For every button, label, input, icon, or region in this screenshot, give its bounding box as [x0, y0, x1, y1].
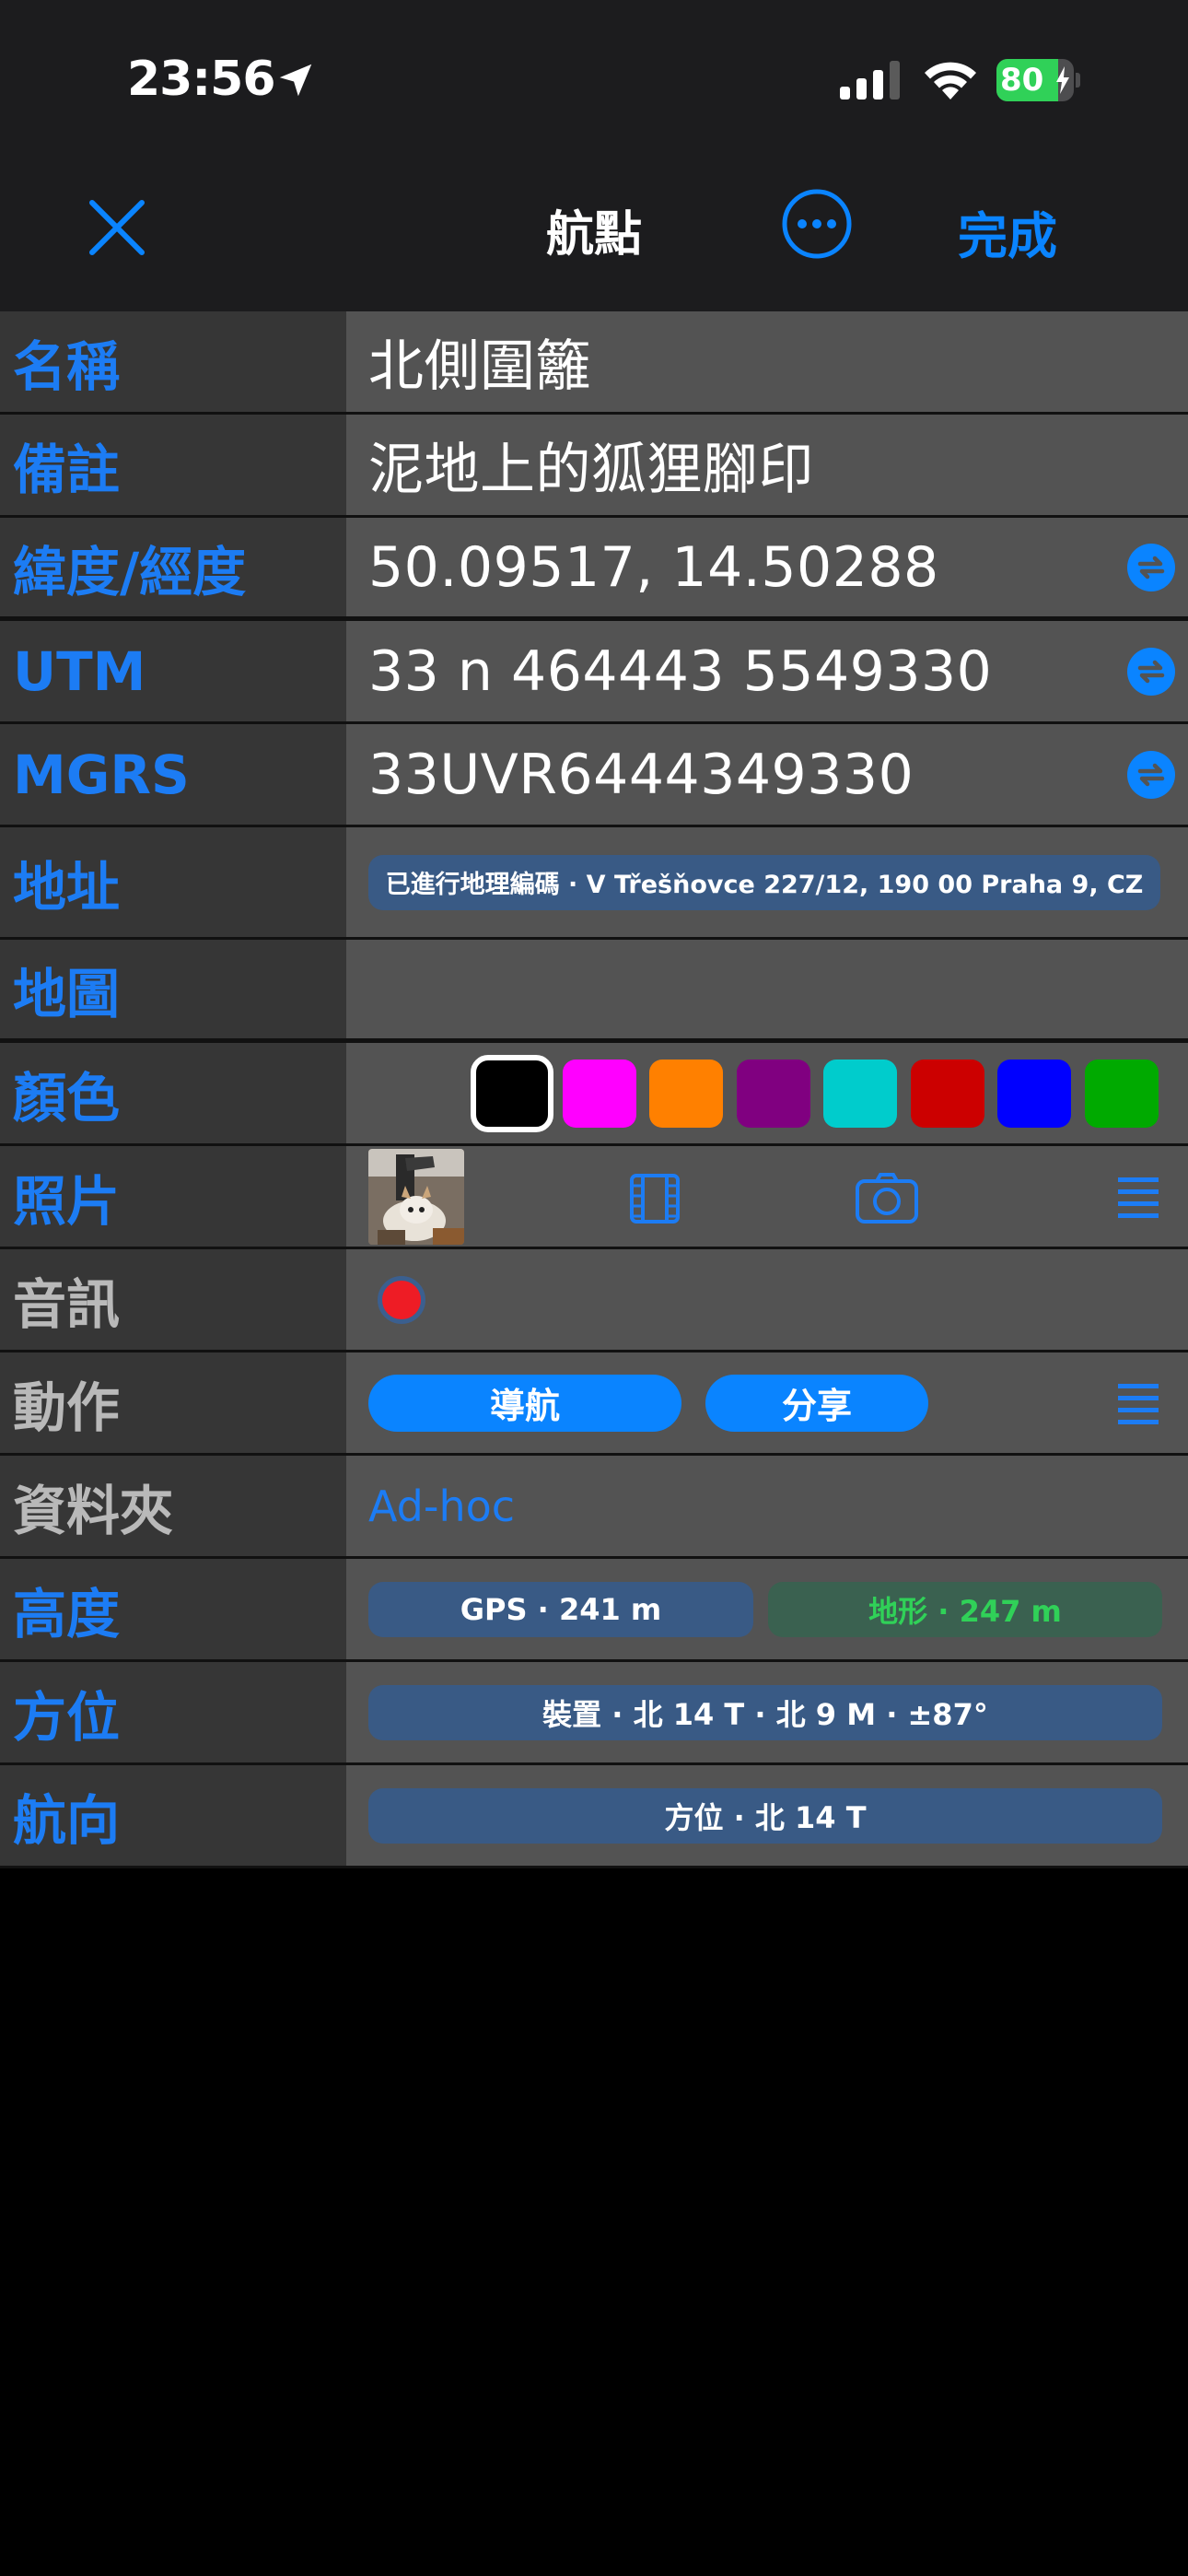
- utm-value: 33 n 464443 5549330: [368, 638, 993, 704]
- map-label: 地圖: [0, 940, 346, 1038]
- list-menu-icon[interactable]: [1118, 1380, 1159, 1430]
- color-swatch[interactable]: [910, 1060, 984, 1128]
- latlon-field[interactable]: 50.09517, 14.50288: [346, 518, 1188, 616]
- altitude-field: GPS · 241 m 地形 · 247 m: [346, 1559, 1188, 1659]
- film-icon[interactable]: [628, 1172, 681, 1225]
- row-bearing: 方位 裝置 · 北 14 T · 北 9 M · ±87°: [0, 1662, 1188, 1765]
- row-color: 顏色: [0, 1043, 1188, 1146]
- note-value: 泥地上的狐狸腳印: [368, 438, 814, 502]
- color-swatch[interactable]: [736, 1060, 810, 1128]
- color-swatch[interactable]: [471, 1055, 553, 1132]
- color-swatch[interactable]: [1084, 1060, 1159, 1128]
- bearing-label: 方位: [0, 1662, 346, 1762]
- row-mgrs: MGRS 33UVR6444349330: [0, 724, 1188, 827]
- bearing-field: 裝置 · 北 14 T · 北 9 M · ±87°: [346, 1662, 1188, 1762]
- list-menu-icon[interactable]: [1118, 1174, 1159, 1224]
- bearing-pill[interactable]: 裝置 · 北 14 T · 北 9 M · ±87°: [368, 1684, 1162, 1740]
- row-map: 地圖: [0, 940, 1188, 1043]
- mgrs-value: 33UVR6444349330: [368, 742, 914, 807]
- navigation-bar: 航點 完成: [0, 157, 1188, 313]
- latlon-value: 50.09517, 14.50288: [368, 534, 939, 600]
- row-heading: 航向 方位 · 北 14 T: [0, 1765, 1188, 1868]
- row-address: 地址 已進行地理編碼 · V Třešňovce 227/12, 190 00 …: [0, 827, 1188, 940]
- folder-label: 資料夾: [0, 1456, 346, 1556]
- terrain-altitude-pill[interactable]: 地形 · 247 m: [768, 1581, 1162, 1637]
- gps-altitude-pill[interactable]: GPS · 241 m: [368, 1581, 753, 1637]
- close-icon[interactable]: [85, 195, 149, 260]
- convert-arrows-icon[interactable]: [1127, 543, 1175, 591]
- mgrs-label: MGRS: [0, 724, 346, 825]
- battery-percent: 80: [1000, 62, 1044, 99]
- audio-label: 音訊: [0, 1249, 346, 1350]
- row-audio: 音訊: [0, 1249, 1188, 1352]
- folder-field[interactable]: Ad-hoc: [346, 1456, 1188, 1556]
- row-actions: 動作 導航 分享: [0, 1352, 1188, 1456]
- mgrs-field[interactable]: 33UVR6444349330: [346, 724, 1188, 825]
- wifi-icon: [925, 62, 976, 100]
- address-pill[interactable]: 已進行地理編碼 · V Třešňovce 227/12, 190 00 Pra…: [368, 854, 1160, 910]
- battery-charging-icon: 80: [996, 59, 1081, 101]
- color-swatches: [471, 1055, 1171, 1132]
- cellular-signal-icon: [840, 61, 900, 100]
- heading-field: 方位 · 北 14 T: [346, 1765, 1188, 1866]
- name-label: 名稱: [0, 311, 346, 412]
- status-time: 23:56: [127, 52, 276, 107]
- name-field[interactable]: 北側圍籬: [346, 311, 1188, 412]
- row-note: 備註 泥地上的狐狸腳印: [0, 415, 1188, 518]
- more-options-icon[interactable]: [781, 188, 853, 260]
- record-button[interactable]: [378, 1275, 425, 1324]
- address-label: 地址: [0, 827, 346, 937]
- note-label: 備註: [0, 415, 346, 515]
- row-altitude: 高度 GPS · 241 m 地形 · 247 m: [0, 1559, 1188, 1662]
- navigate-button[interactable]: 導航: [368, 1374, 681, 1432]
- note-field[interactable]: 泥地上的狐狸腳印: [346, 415, 1188, 515]
- color-swatch[interactable]: [823, 1060, 897, 1128]
- color-label: 顏色: [0, 1043, 346, 1143]
- audio-field: [346, 1249, 1188, 1350]
- charging-bolt-icon: [1056, 66, 1069, 94]
- share-button[interactable]: 分享: [705, 1374, 928, 1432]
- waypoint-form: 名稱 北側圍籬 備註 泥地上的狐狸腳印 緯度/經度 50.09517, 14.5…: [0, 311, 1188, 1868]
- folder-value: Ad-hoc: [368, 1481, 516, 1531]
- done-button[interactable]: 完成: [958, 195, 1057, 268]
- latlon-label: 緯度/經度: [0, 518, 346, 616]
- heading-label: 航向: [0, 1765, 346, 1866]
- altitude-label: 高度: [0, 1559, 346, 1659]
- camera-icon[interactable]: [855, 1172, 919, 1225]
- row-utm: UTM 33 n 464443 5549330: [0, 621, 1188, 724]
- color-swatch[interactable]: [649, 1060, 723, 1128]
- utm-field[interactable]: 33 n 464443 5549330: [346, 621, 1188, 721]
- actions-field: 導航 分享: [346, 1352, 1188, 1453]
- convert-arrows-icon[interactable]: [1127, 647, 1175, 696]
- photo-field: [346, 1146, 1188, 1247]
- row-photo: 照片: [0, 1146, 1188, 1249]
- row-folder: 資料夾 Ad-hoc: [0, 1456, 1188, 1559]
- heading-pill[interactable]: 方位 · 北 14 T: [368, 1787, 1162, 1844]
- map-field[interactable]: [346, 940, 1188, 1038]
- actions-label: 動作: [0, 1352, 346, 1453]
- color-field: [346, 1043, 1188, 1143]
- photo-thumbnail[interactable]: [368, 1148, 464, 1245]
- utm-label: UTM: [0, 621, 346, 721]
- page-title: 航點: [545, 207, 642, 263]
- name-value: 北側圍籬: [368, 334, 591, 399]
- location-arrow-icon: [279, 64, 312, 97]
- color-swatch[interactable]: [997, 1060, 1071, 1128]
- convert-arrows-icon[interactable]: [1127, 750, 1175, 799]
- status-bar: 23:56 80: [0, 0, 1188, 157]
- color-swatch[interactable]: [562, 1060, 636, 1128]
- photo-label: 照片: [0, 1146, 346, 1247]
- address-field: 已進行地理編碼 · V Třešňovce 227/12, 190 00 Pra…: [346, 827, 1188, 937]
- row-name: 名稱 北側圍籬: [0, 311, 1188, 415]
- row-latlon: 緯度/經度 50.09517, 14.50288: [0, 518, 1188, 621]
